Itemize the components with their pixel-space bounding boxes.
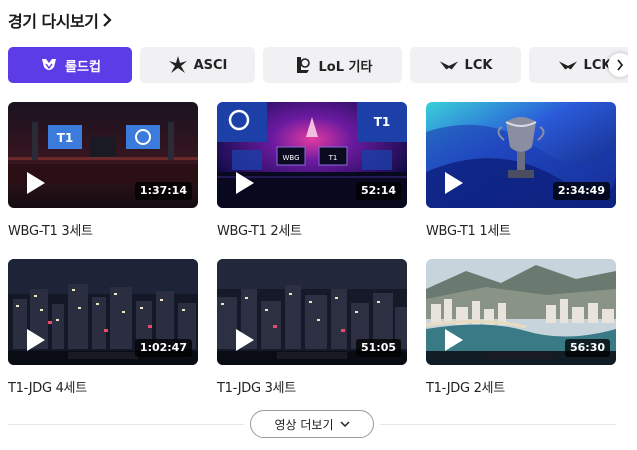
chip-label: LCK: [464, 57, 493, 73]
svg-text:T1: T1: [374, 115, 391, 129]
video-duration: 51:05: [355, 339, 401, 357]
chevron-right-icon: [617, 59, 624, 71]
video-thumbnail: 56:30: [426, 259, 616, 365]
chevron-down-icon: [339, 420, 350, 427]
svg-text:WBG: WBG: [282, 154, 299, 162]
video-title: T1-JDG 2세트: [426, 381, 505, 396]
chip-worlds[interactable]: 롤드컵: [8, 47, 132, 83]
play-icon: [236, 329, 254, 351]
chips-next-button[interactable]: [608, 53, 628, 77]
category-chips: 롤드컵 ASCI LoL 기타 LCK LCK: [8, 47, 628, 83]
chip-lck[interactable]: LCK: [410, 47, 521, 83]
video-title: WBG-T1 1세트: [426, 224, 511, 239]
play-icon: [236, 172, 254, 194]
video-thumbnail: 51:05: [217, 259, 407, 365]
video-duration: 52:14: [355, 182, 401, 200]
video-title: T1-JDG 4세트: [8, 381, 87, 396]
svg-text:T1: T1: [328, 154, 338, 162]
video-duration: 1:37:14: [134, 182, 192, 200]
video-duration: 1:02:47: [134, 339, 192, 357]
svg-text:T1: T1: [57, 131, 74, 145]
play-icon: [445, 329, 463, 351]
video-title: T1-JDG 3세트: [217, 381, 296, 396]
lck-logo-icon: [439, 55, 459, 75]
section-header[interactable]: 경기 다시보기: [8, 8, 114, 32]
lol-logo-icon: [293, 55, 313, 75]
video-thumbnail: 2:34:49: [426, 102, 616, 208]
video-thumbnail: T1 1:37:14: [8, 102, 198, 208]
worlds-logo-icon: [39, 55, 59, 75]
more-videos-label: 영상 더보기: [274, 417, 334, 432]
video-thumbnail: T1 WBG T1 52:14: [217, 102, 407, 208]
video-thumbnail: 1:02:47: [8, 259, 198, 365]
play-icon: [27, 172, 45, 194]
chevron-right-icon: [100, 11, 114, 29]
video-title: WBG-T1 2세트: [217, 224, 302, 239]
video-duration: 2:34:49: [552, 182, 610, 200]
play-icon: [27, 329, 45, 351]
more-videos-button[interactable]: 영상 더보기: [250, 410, 374, 438]
chip-asci[interactable]: ASCI: [140, 47, 255, 83]
asci-logo-icon: [168, 55, 188, 75]
chip-lol-other[interactable]: LoL 기타: [263, 47, 402, 83]
play-icon: [445, 172, 463, 194]
chip-label: ASCI: [193, 57, 228, 73]
chip-label: 롤드컵: [65, 59, 101, 75]
section-title: 경기 다시보기: [8, 12, 99, 31]
lck-logo-icon: [558, 55, 578, 75]
video-duration: 56:30: [564, 339, 610, 357]
divider-line: [380, 424, 616, 425]
divider-line: [8, 424, 244, 425]
video-title: WBG-T1 3세트: [8, 224, 93, 239]
more-section: 영상 더보기: [8, 410, 616, 438]
chip-label: LoL 기타: [318, 59, 373, 75]
